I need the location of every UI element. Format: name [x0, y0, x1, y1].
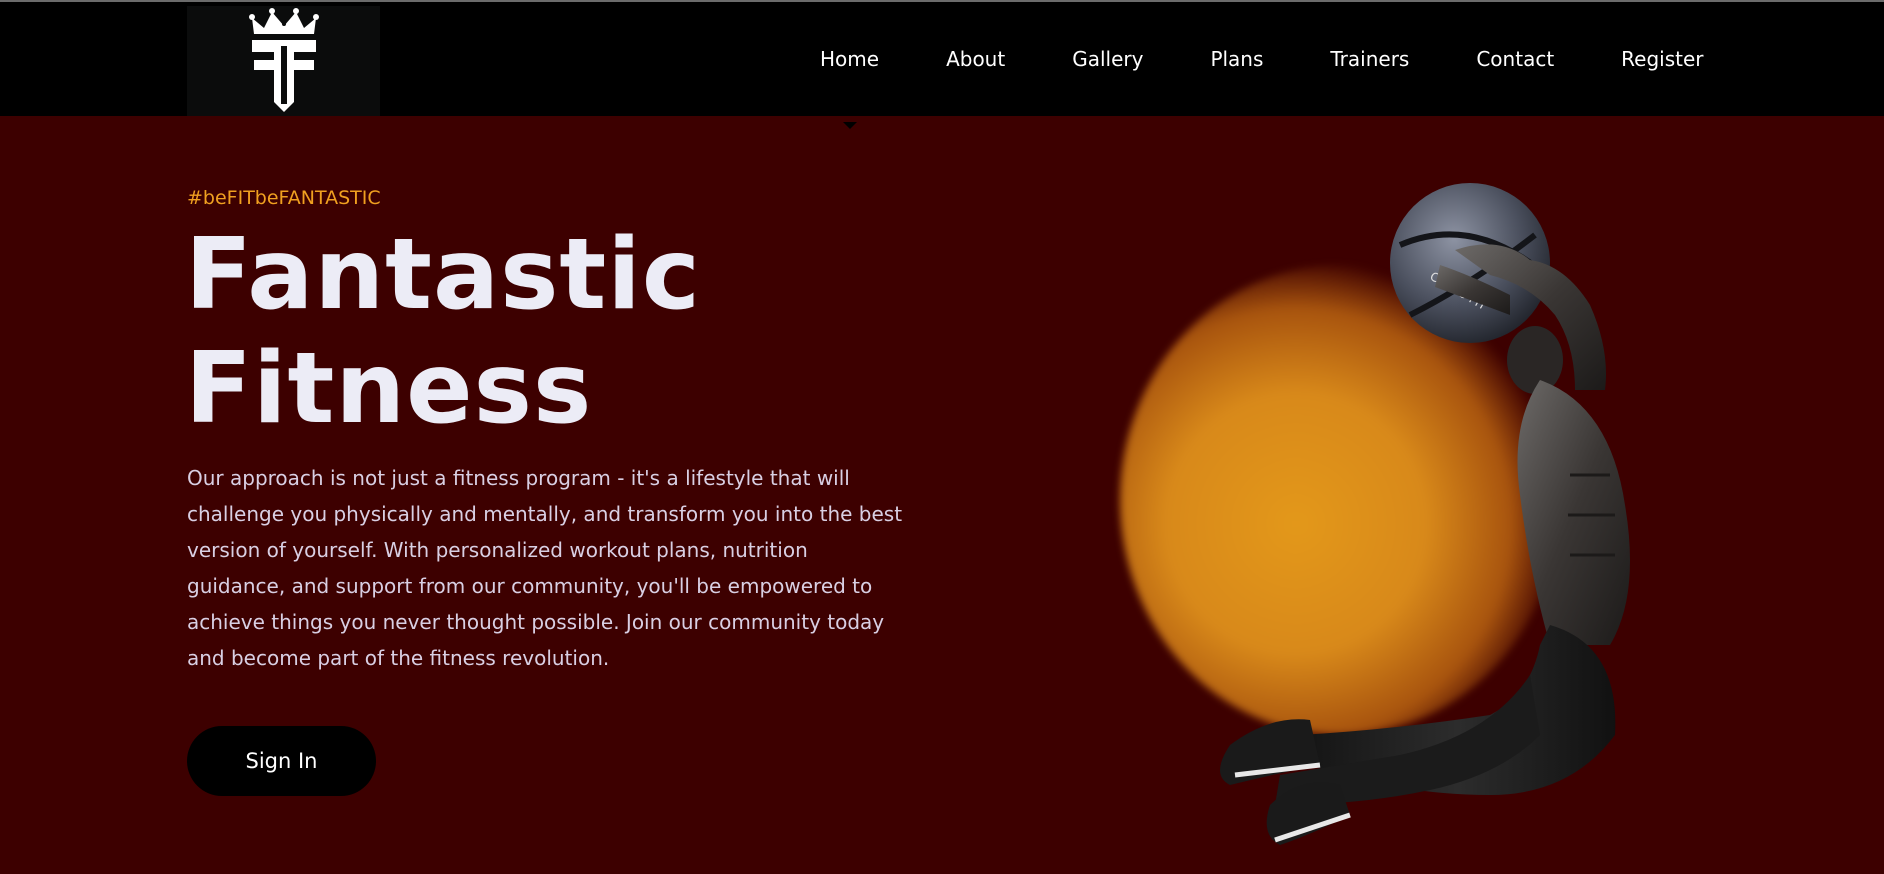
nav-register[interactable]: Register — [1621, 47, 1703, 71]
main-nav: Home About Gallery Plans Trainers Contac… — [820, 2, 1704, 129]
nav-about[interactable]: About — [946, 47, 1005, 71]
nav-gallery[interactable]: Gallery — [1072, 47, 1143, 71]
hero-title-line2: Fitness — [185, 332, 593, 446]
crown-ff-monogram-logo — [248, 8, 319, 112]
sign-in-button[interactable]: Sign In — [187, 726, 376, 796]
nav-plans[interactable]: Plans — [1210, 47, 1263, 71]
nav-contact[interactable]: Contact — [1476, 47, 1554, 71]
hero-description: Our approach is not just a fitness progr… — [187, 466, 903, 670]
hero-tagline: #beFITbeFANTASTIC — [187, 187, 381, 209]
hero-title: Fantastic Fitness — [185, 218, 905, 446]
athlete-with-medicine-ball: CROSS FIT — [1220, 183, 1630, 845]
navbar: Home About Gallery Plans Trainers Contac… — [0, 2, 1884, 129]
logo[interactable] — [187, 6, 380, 116]
nav-trainers[interactable]: Trainers — [1330, 47, 1409, 71]
hero-title-line1: Fantastic — [185, 218, 701, 332]
page: Home About Gallery Plans Trainers Contac… — [0, 0, 1884, 874]
nav-home[interactable]: Home — [820, 47, 879, 129]
